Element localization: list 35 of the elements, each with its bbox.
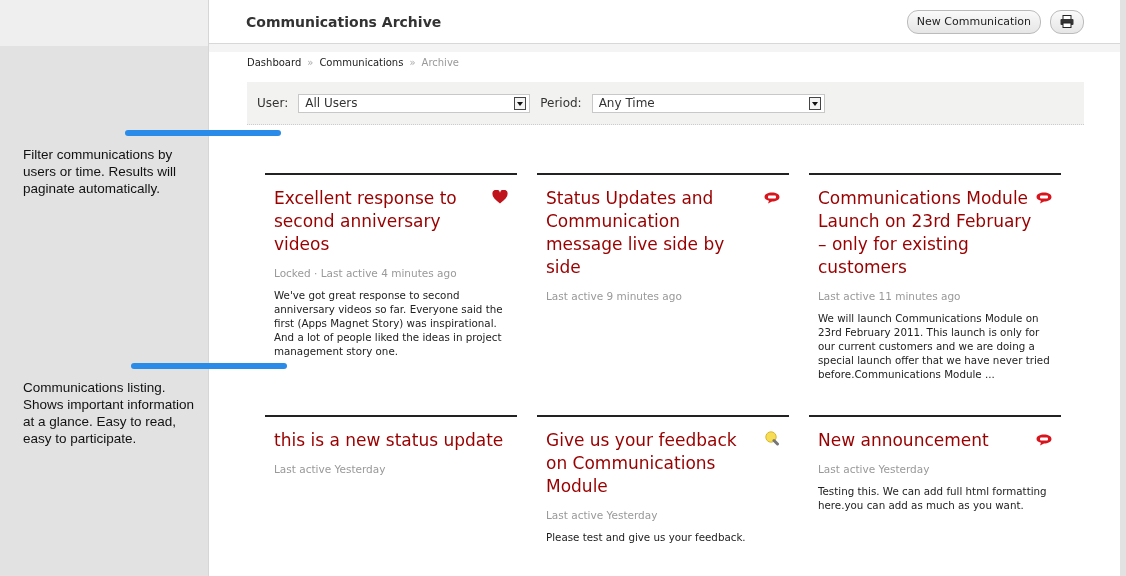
speech-bubble-icon (764, 192, 780, 204)
breadcrumb-separator: » (409, 57, 416, 70)
card-excerpt: We will launch Communications Module on 23rd February 2011. This launch is only for our current customers and we are doing a special launch offer that we have never tried before.Communications Module ... (818, 311, 1051, 381)
speech-bubble-icon (1036, 434, 1052, 446)
card-title[interactable]: Status Updates and Communication message live side by side (546, 187, 760, 279)
card-title[interactable]: Give us your feedback on Communications Module (546, 429, 761, 498)
card-meta: Last active Yesterday (546, 509, 659, 521)
annotation-text: Communications listing. Shows important information at a glance. Easy to read, easy to participate. (23, 379, 196, 447)
filter-label: Period: (540, 96, 582, 110)
breadcrumb-link[interactable]: Communications (319, 57, 404, 76)
print-button[interactable] (1050, 9, 1084, 34)
new-communication-button[interactable]: New Communication (906, 9, 1041, 34)
speech-bubble-icon (1036, 192, 1052, 204)
card-title[interactable]: Excellent response to second anniversary videos (274, 187, 488, 256)
card-title[interactable]: this is a new status update (274, 429, 504, 452)
heart-icon (492, 190, 508, 204)
card-excerpt: Testing this. We can add full html formatting here.you can add as much as you want. (818, 484, 1048, 512)
card-meta: Last active Yesterday (274, 463, 387, 475)
user-select[interactable]: All Users (298, 93, 531, 113)
annotation-text: Filter communications by users or time. Results will paginate automatically. (23, 146, 178, 197)
card-excerpt: We've got great response to second anniversary videos so far. Everyone said the first (Apps Magnet Story) was inspirational. And a lot of people liked the ideas in project management story one. (274, 288, 504, 358)
page-title: Communications Archive (246, 13, 443, 30)
card-excerpt: Please test and give us your feedback. (546, 530, 747, 544)
card-meta: Last active 11 minutes ago (818, 290, 962, 302)
breadcrumb-current: Archive (421, 57, 459, 70)
card-meta: Last active 9 minutes ago (546, 290, 683, 302)
print-icon (1060, 15, 1074, 28)
card-meta: Locked · Last active 4 minutes ago (274, 267, 458, 279)
card-title[interactable]: Communications Module Launch on 23rd February – only for existing customers (818, 187, 1032, 279)
period-select[interactable]: Any Time (591, 93, 825, 113)
card-title[interactable]: New announcement (818, 429, 989, 452)
breadcrumb-separator: » (307, 57, 314, 70)
breadcrumb-link[interactable]: Dashboard (247, 57, 302, 76)
filter-label: User: (257, 96, 289, 110)
card-meta: Last active Yesterday (818, 463, 931, 475)
